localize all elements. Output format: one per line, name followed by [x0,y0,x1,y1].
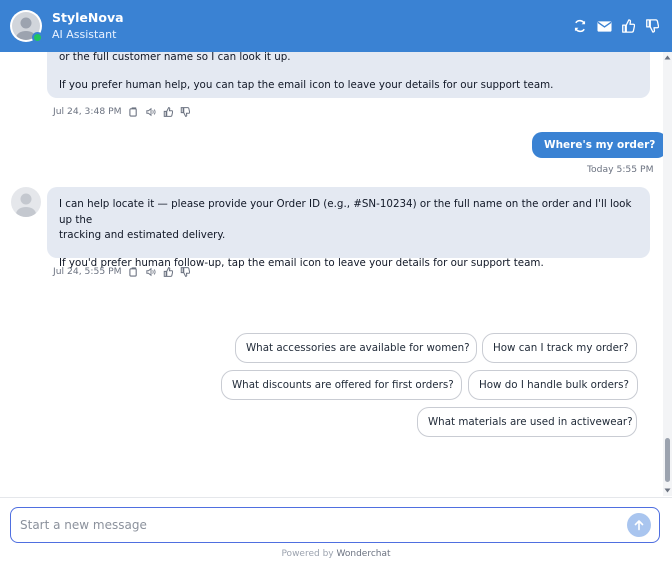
online-status-dot [32,32,43,43]
email-button[interactable] [596,18,612,34]
bot-avatar [11,187,41,217]
speaker-icon [145,267,156,276]
assistant-avatar [10,10,43,43]
copy-icon [129,266,137,277]
suggestion-chip[interactable]: What materials are used in activewear? [417,407,637,437]
user-message: Where's my order? [532,132,668,158]
suggestion-chip[interactable]: What accessories are available for women… [235,333,477,363]
powered-by-footer: Powered by Wonderchat [0,549,672,559]
app-title: StyleNova [52,10,124,25]
suggestion-chip[interactable]: How can I track my order? [482,333,637,363]
scroll-down-arrow-icon[interactable] [664,487,671,494]
thumbs-down-button[interactable] [644,18,660,34]
brand-link[interactable]: Wonderchat [337,549,391,559]
chat-transcript[interactable]: or the full customer name so I can look … [0,52,672,496]
arrow-up-icon [634,520,644,531]
send-button[interactable] [627,513,651,537]
bot-message: I can help locate it — please provide yo… [47,187,650,269]
speaker-icon [145,107,156,116]
bot-message: or the full customer name so I can look … [47,52,650,98]
speak-button[interactable] [145,107,156,117]
message-timestamp: Jul 24, 3:48 PM [53,106,122,117]
chat-scrollbar[interactable] [663,52,672,496]
powered-by-label: Powered by [281,549,334,559]
app-subtitle: AI Assistant [52,28,117,41]
message-timestamp: Jul 24, 5:55 PM [53,266,122,277]
refresh-button[interactable] [572,18,588,34]
thumbs-up-icon [622,19,635,33]
user-silhouette-icon [16,193,36,217]
thumbs-down-icon [180,266,190,277]
thumbs-up-icon [163,266,173,277]
scrollbar-thumb[interactable] [665,438,670,482]
bot-message-text: or the full customer name so I can look … [59,52,291,63]
thumbs-up-button[interactable] [163,106,173,117]
message-meta: Jul 24, 5:55 PM [53,266,190,277]
message-composer [10,507,660,543]
message-meta: Jul 24, 3:48 PM [53,106,190,117]
message-input[interactable] [20,518,627,532]
thumbs-up-button[interactable] [163,266,173,277]
copy-button[interactable] [129,266,139,277]
thumbs-down-button[interactable] [180,106,190,117]
thumbs-up-button[interactable] [620,18,636,34]
copy-icon [129,106,137,117]
bot-message-text: I can help locate it — please provide yo… [59,198,632,241]
copy-button[interactable] [129,106,139,117]
thumbs-down-icon [646,19,659,33]
email-icon [596,20,612,32]
bot-message-text: If you prefer human help, you can tap th… [59,78,554,91]
message-timestamp: Today 5:55 PM [587,164,654,175]
scroll-up-arrow-icon[interactable] [664,54,671,61]
suggestion-chip[interactable]: What discounts are offered for first ord… [221,370,462,400]
thumbs-up-icon [163,106,173,117]
composer-divider [0,497,672,498]
refresh-icon [574,19,586,33]
thumbs-down-icon [180,106,190,117]
suggestion-chip[interactable]: How do I handle bulk orders? [468,370,638,400]
thumbs-down-button[interactable] [180,266,190,277]
chat-header: StyleNova AI Assistant [0,0,672,52]
speak-button[interactable] [145,267,156,277]
